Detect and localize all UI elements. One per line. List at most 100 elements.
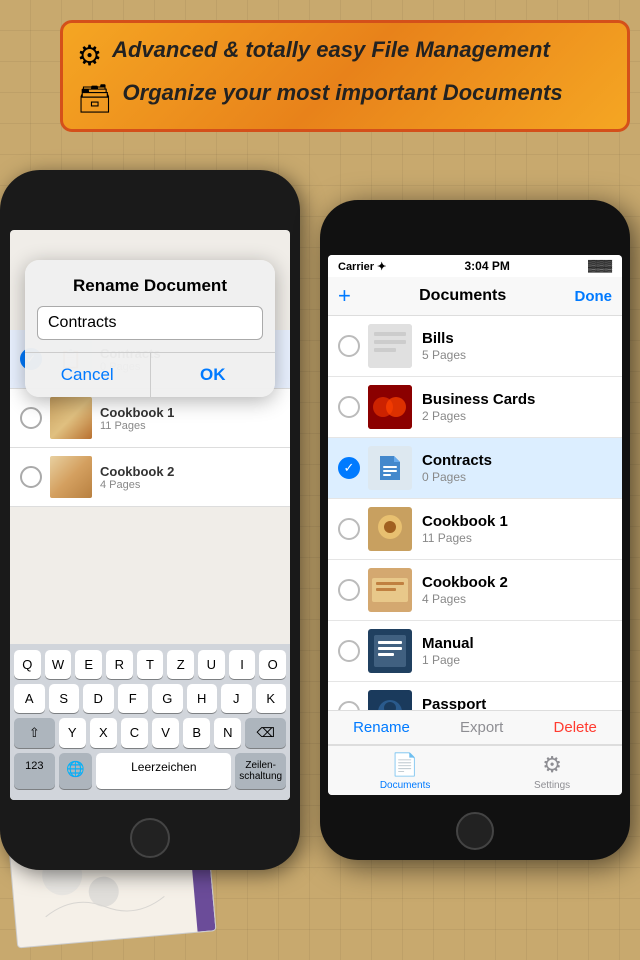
key-v[interactable]: V (152, 718, 179, 748)
key-a[interactable]: A (14, 684, 45, 713)
doc-item-contracts[interactable]: Contracts 0 Pages (328, 438, 622, 499)
key-h[interactable]: H (187, 684, 218, 713)
key-x[interactable]: X (90, 718, 117, 748)
key-globe[interactable]: 🌐 (59, 753, 93, 789)
delete-button[interactable]: Delete (554, 719, 597, 736)
thumb-cookbook1-right (368, 507, 412, 551)
key-g[interactable]: G (152, 684, 183, 713)
radio-unchecked (20, 407, 42, 429)
rename-dialog: Rename Document Cancel OK (25, 260, 275, 397)
left-item-name: Cookbook 2 (100, 464, 174, 479)
thumb-bizcard (368, 385, 412, 429)
key-space[interactable]: Leerzeichen (96, 753, 231, 789)
phone-left-screen: ✓ 📋 Contracts 0 Pages Cookbook 1 11 Page… (10, 230, 290, 800)
key-n[interactable]: N (214, 718, 241, 748)
gear-icon: ⚙ (77, 39, 102, 72)
phone-right-screen: Carrier ✦ 3:04 PM ▓▓▓ + Documents Done B… (328, 255, 622, 795)
key-b[interactable]: B (183, 718, 210, 748)
thumb-cookbook1 (50, 397, 92, 439)
radio-bills[interactable] (338, 335, 360, 357)
doc-name-passport: Passport (422, 696, 612, 710)
nav-title: Documents (419, 287, 506, 305)
home-button-left[interactable] (130, 818, 170, 858)
tab-documents-label: Documents (380, 780, 431, 791)
key-d[interactable]: D (83, 684, 114, 713)
key-s[interactable]: S (49, 684, 80, 713)
tab-documents[interactable]: 📄 Documents (380, 752, 431, 791)
doc-item-bills[interactable]: Bills 5 Pages (328, 316, 622, 377)
document-list: Bills 5 Pages Business Cards 2 Pages (328, 316, 622, 710)
key-f[interactable]: F (118, 684, 149, 713)
key-y[interactable]: Y (59, 718, 86, 748)
left-item-pages: 11 Pages (100, 420, 174, 432)
key-e[interactable]: E (75, 650, 102, 679)
doc-name-cookbook1: Cookbook 1 (422, 513, 612, 530)
doc-name-manual: Manual (422, 635, 612, 652)
tab-settings-label: Settings (534, 780, 570, 791)
tab-bar: 📄 Documents ⚙ Settings (328, 745, 622, 795)
keyboard-row-1: Q W E R T Z U I O (14, 650, 286, 679)
key-k[interactable]: K (256, 684, 287, 713)
key-return[interactable]: Zeilen-schaltung (235, 753, 286, 789)
doc-item-bizcard[interactable]: Business Cards 2 Pages (328, 377, 622, 438)
key-t[interactable]: T (137, 650, 164, 679)
doc-item-cookbook1[interactable]: Cookbook 1 11 Pages (328, 499, 622, 560)
status-bar: Carrier ✦ 3:04 PM ▓▓▓ (328, 255, 622, 277)
radio-contracts[interactable] (338, 457, 360, 479)
rename-input[interactable] (37, 306, 263, 340)
radio-cookbook2[interactable] (338, 579, 360, 601)
promo-banner: ⚙ Advanced & totally easy File Managemen… (60, 20, 630, 132)
radio-bizcard[interactable] (338, 396, 360, 418)
tab-settings[interactable]: ⚙ Settings (534, 752, 570, 791)
keyboard: Q W E R T Z U I O A S D F G H J K ⇧ (10, 644, 290, 800)
key-w[interactable]: W (45, 650, 72, 679)
thumb-cookbook2 (50, 456, 92, 498)
doc-item-manual[interactable]: Manual 1 Page (328, 621, 622, 682)
radio-unchecked (20, 466, 42, 488)
ok-button[interactable]: OK (151, 353, 276, 397)
doc-item-cookbook2[interactable]: Cookbook 2 4 Pages (328, 560, 622, 621)
thumb-passport (368, 690, 412, 710)
phone-left: ✓ 📋 Contracts 0 Pages Cookbook 1 11 Page… (0, 170, 300, 870)
documents-tab-icon: 📄 (391, 752, 418, 778)
promo-text-2: Organize your most important Documents (123, 80, 563, 106)
cancel-button[interactable]: Cancel (25, 353, 151, 397)
phone-right: Carrier ✦ 3:04 PM ▓▓▓ + Documents Done B… (320, 200, 630, 860)
doc-name-cookbook2: Cookbook 2 (422, 574, 612, 591)
key-r[interactable]: R (106, 650, 133, 679)
doc-pages-cookbook2: 4 Pages (422, 592, 612, 606)
left-item-name: Cookbook 1 (100, 405, 174, 420)
key-z[interactable]: Z (167, 650, 194, 679)
key-q[interactable]: Q (14, 650, 41, 679)
doc-item-passport[interactable]: Passport 1 Page (328, 682, 622, 710)
export-button[interactable]: Export (460, 719, 503, 736)
rename-dialog-title: Rename Document (25, 260, 275, 306)
done-button[interactable]: Done (574, 288, 612, 305)
key-j[interactable]: J (221, 684, 252, 713)
nav-bar: + Documents Done (328, 277, 622, 316)
key-123[interactable]: 123 (14, 753, 55, 789)
key-u[interactable]: U (198, 650, 225, 679)
rename-buttons: Cancel OK (25, 352, 275, 397)
radio-passport[interactable] (338, 701, 360, 710)
doc-pages-bizcard: 2 Pages (422, 409, 612, 423)
keyboard-row-4: 123 🌐 Leerzeichen Zeilen-schaltung (14, 753, 286, 789)
key-shift[interactable]: ⇧ (14, 718, 55, 748)
radio-cookbook1[interactable] (338, 518, 360, 540)
home-button-right[interactable] (456, 812, 494, 850)
list-item: Cookbook 1 11 Pages (10, 389, 290, 448)
thumb-cookbook2-right (368, 568, 412, 612)
promo-text-1: Advanced & totally easy File Management (112, 37, 550, 63)
key-o[interactable]: O (259, 650, 286, 679)
rename-button[interactable]: Rename (353, 719, 410, 736)
action-bar: Rename Export Delete (328, 710, 622, 745)
doc-pages-contracts: 0 Pages (422, 470, 612, 484)
key-c[interactable]: C (121, 718, 148, 748)
add-button[interactable]: + (338, 283, 351, 309)
doc-pages-manual: 1 Page (422, 653, 612, 667)
key-i[interactable]: I (229, 650, 256, 679)
left-item-pages: 4 Pages (100, 479, 174, 491)
list-item: Cookbook 2 4 Pages (10, 448, 290, 507)
key-backspace[interactable]: ⌫ (245, 718, 286, 748)
radio-manual[interactable] (338, 640, 360, 662)
